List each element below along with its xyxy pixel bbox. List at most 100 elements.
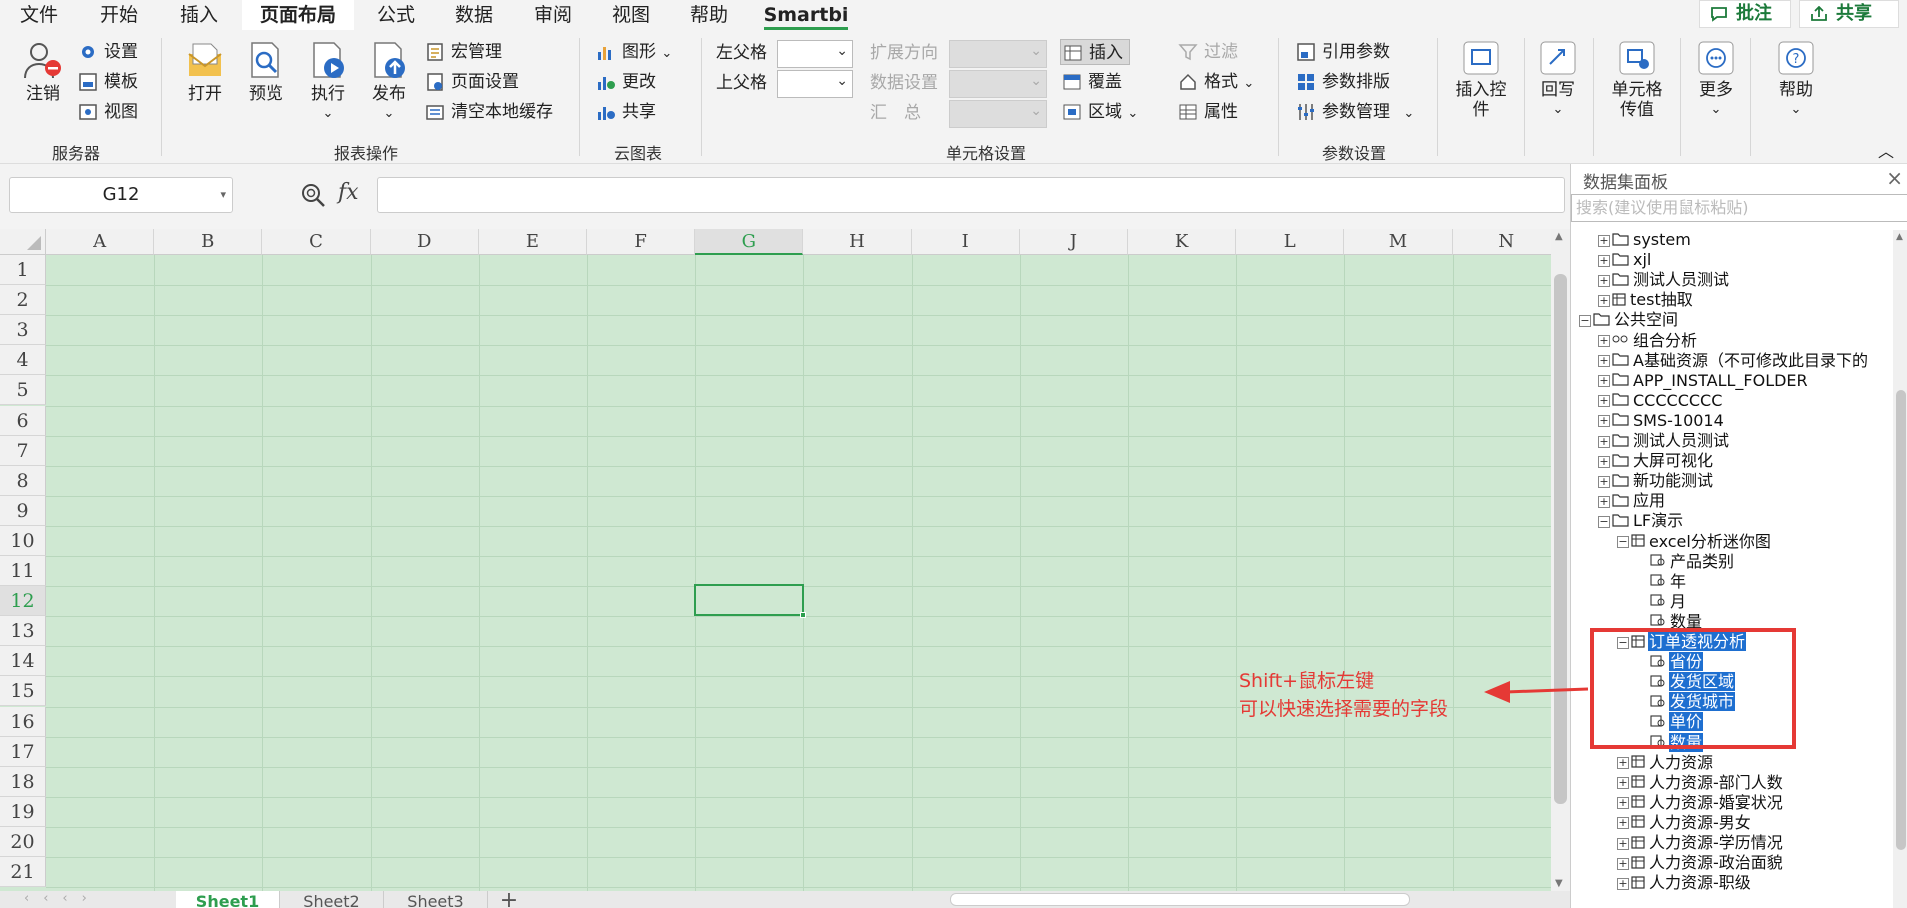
writeback-button[interactable]: 回写 ⌄ xyxy=(1530,40,1586,120)
menu-page-layout[interactable]: 页面布局 xyxy=(242,0,354,30)
insert-control-button[interactable]: 插入控件 xyxy=(1446,40,1516,120)
zoom-search-icon[interactable] xyxy=(300,182,326,208)
server-view-button[interactable]: 视图 xyxy=(76,99,138,125)
param-manage-button[interactable]: 参数管理 ⌄ xyxy=(1294,99,1414,125)
expand-direction-select[interactable]: ⌄ xyxy=(949,40,1047,68)
tree-node[interactable]: + CCCCCCCC xyxy=(1598,391,1723,411)
execute-button[interactable]: 执行 ⌄ xyxy=(303,40,353,124)
tree-node[interactable]: + 人力资源-部门人数 xyxy=(1617,773,1784,793)
active-cell-g12[interactable] xyxy=(694,584,806,618)
row-header-14[interactable]: 14 xyxy=(0,646,46,677)
collapse-ribbon-icon[interactable]: ︿ xyxy=(1878,138,1894,162)
fill-handle[interactable] xyxy=(800,612,806,618)
menu-home[interactable]: 开始 xyxy=(88,0,150,30)
cell-name-box[interactable]: G12 ▾ xyxy=(9,177,233,213)
column-header-g[interactable]: G xyxy=(695,229,804,255)
expand-toggle-icon[interactable]: + xyxy=(1598,475,1610,488)
publish-button[interactable]: 发布 ⌄ xyxy=(364,40,414,124)
cell-pass-value-button[interactable]: 单元格传值 xyxy=(1603,40,1671,120)
row-header-12[interactable]: 12 xyxy=(0,586,46,617)
column-header-j[interactable]: J xyxy=(1019,229,1128,255)
share-chart-button[interactable]: 共享 xyxy=(594,99,656,125)
column-header-f[interactable]: F xyxy=(587,229,696,255)
add-sheet-button[interactable]: + xyxy=(494,891,524,908)
expand-toggle-icon[interactable]: + xyxy=(1617,797,1629,810)
tree-node[interactable]: + 测试人员测试 xyxy=(1598,270,1730,290)
select-all-corner[interactable] xyxy=(0,229,46,255)
tree-node[interactable]: 年 xyxy=(1636,572,1687,592)
dataset-search-input[interactable]: 搜索(建议使用鼠标粘贴) xyxy=(1571,194,1907,222)
row-header-7[interactable]: 7 xyxy=(0,435,46,466)
logout-button[interactable]: 注销 xyxy=(18,40,68,104)
clear-cache-button[interactable]: 清空本地缓存 xyxy=(423,99,553,125)
scroll-down-icon[interactable]: ▼ xyxy=(1555,878,1563,889)
left-parent-select[interactable]: ⌄ xyxy=(777,40,853,68)
tree-node[interactable]: + 人力资源-政治面貌 xyxy=(1617,853,1784,873)
tree-node[interactable]: + 人力资源-婚宴状况 xyxy=(1617,793,1784,813)
tree-node[interactable]: + 新功能测试 xyxy=(1598,471,1714,491)
collapse-toggle-icon[interactable]: − xyxy=(1579,314,1591,327)
row-header-13[interactable]: 13 xyxy=(0,616,46,647)
panel-scrollbar-thumb[interactable] xyxy=(1896,390,1906,850)
tree-node[interactable]: + 人力资源-男女 xyxy=(1617,813,1752,833)
row-header-21[interactable]: 21 xyxy=(0,857,46,888)
row-header-11[interactable]: 11 xyxy=(0,556,46,587)
scroll-up-icon[interactable]: ▲ xyxy=(1555,231,1563,242)
summary-select[interactable]: ⌄ xyxy=(949,100,1047,128)
column-header-m[interactable]: M xyxy=(1344,229,1453,255)
sheet-tab-1[interactable]: Sheet1 xyxy=(176,891,280,908)
tree-node[interactable]: + 组合分析 xyxy=(1598,331,1698,351)
cover-mode-button[interactable]: 覆盖 xyxy=(1060,69,1122,95)
tree-node[interactable]: + A基础资源（不可修改此目录下的 xyxy=(1598,351,1869,371)
menu-file[interactable]: 文件 xyxy=(8,0,70,30)
expand-toggle-icon[interactable]: + xyxy=(1598,335,1610,347)
tree-node[interactable]: − excel分析迷你图 xyxy=(1617,532,1772,552)
filter-button[interactable]: 过滤 xyxy=(1176,39,1238,65)
page-setup-button[interactable]: 页面设置 xyxy=(423,69,519,95)
close-icon[interactable]: × xyxy=(1886,166,1903,190)
menu-insert[interactable]: 插入 xyxy=(168,0,230,30)
menu-review[interactable]: 审阅 xyxy=(522,0,584,30)
row-header-19[interactable]: 19 xyxy=(0,796,46,827)
tree-node[interactable]: + 人力资源 xyxy=(1617,753,1714,773)
row-header-3[interactable]: 3 xyxy=(0,315,46,346)
tree-node[interactable]: + APP_INSTALL_FOLDER xyxy=(1598,371,1809,391)
top-parent-select[interactable]: ⌄ xyxy=(777,70,853,98)
row-header-4[interactable]: 4 xyxy=(0,345,46,376)
row-header-18[interactable]: 18 xyxy=(0,766,46,797)
row-header-16[interactable]: 16 xyxy=(0,706,46,737)
tree-node[interactable]: + 测试人员测试 xyxy=(1598,431,1730,451)
column-header-l[interactable]: L xyxy=(1236,229,1345,255)
change-chart-button[interactable]: 更改 xyxy=(594,69,656,95)
open-button[interactable]: 打开 xyxy=(180,40,230,104)
collapse-toggle-icon[interactable]: − xyxy=(1598,515,1610,528)
insert-mode-button[interactable]: 插入 xyxy=(1060,39,1130,65)
tree-node[interactable]: + 应用 xyxy=(1598,491,1666,511)
row-header-6[interactable]: 6 xyxy=(0,405,46,436)
row-header-15[interactable]: 15 xyxy=(0,676,46,707)
expand-toggle-icon[interactable]: + xyxy=(1598,234,1610,247)
expand-toggle-icon[interactable]: + xyxy=(1617,817,1629,830)
tree-node[interactable]: + 大屏可视化 xyxy=(1598,451,1714,471)
sheet-nav-arrows-icon[interactable]: ‹‹‹› xyxy=(24,891,101,906)
expand-toggle-icon[interactable]: + xyxy=(1598,294,1610,307)
expand-toggle-icon[interactable]: + xyxy=(1598,455,1610,468)
horizontal-scrollbar[interactable] xyxy=(950,893,1410,906)
region-button[interactable]: 区域 ⌄ xyxy=(1060,99,1138,125)
column-header-i[interactable]: I xyxy=(911,229,1020,255)
menu-formula[interactable]: 公式 xyxy=(365,0,427,30)
collapse-toggle-icon[interactable]: − xyxy=(1617,536,1629,548)
scrollbar-thumb[interactable] xyxy=(1554,274,1567,804)
expand-toggle-icon[interactable]: + xyxy=(1617,877,1629,890)
tree-node[interactable]: + xjl xyxy=(1598,250,1652,270)
tree-node[interactable]: 产品类别 xyxy=(1636,552,1735,572)
help-button[interactable]: ? 帮助 ⌄ xyxy=(1768,40,1824,120)
column-header-h[interactable]: H xyxy=(803,229,912,255)
tree-node[interactable]: + 人力资源-学历情况 xyxy=(1617,833,1784,853)
row-header-2[interactable]: 2 xyxy=(0,285,46,316)
format-button[interactable]: 格式 ⌄ xyxy=(1176,69,1254,95)
comment-button[interactable]: 批注 xyxy=(1699,0,1791,28)
tree-node[interactable]: − 公共空间 xyxy=(1579,310,1679,330)
expand-toggle-icon[interactable]: + xyxy=(1598,274,1610,287)
sheet-tab-3[interactable]: Sheet3 xyxy=(384,891,488,908)
